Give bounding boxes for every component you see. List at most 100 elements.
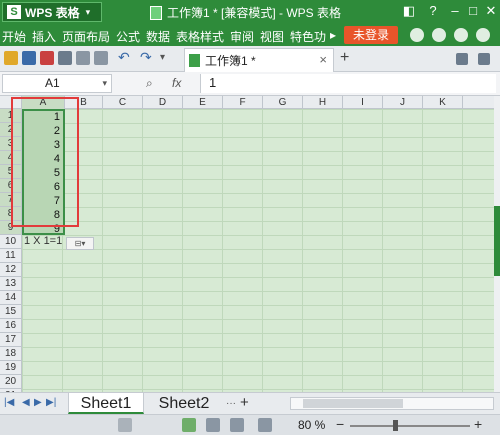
window-title-text: 工作簿1 * [兼容模式] - WPS 表格 xyxy=(167,6,342,20)
skin-icon[interactable]: ◧ xyxy=(400,3,418,19)
minimize-icon[interactable]: – xyxy=(446,3,464,18)
login-button[interactable]: 未登录 xyxy=(344,26,398,44)
row-header[interactable]: 13 xyxy=(0,277,22,291)
column-header-d[interactable]: D xyxy=(143,96,183,109)
menu-insert[interactable]: 插入 xyxy=(32,28,56,45)
column-header-i[interactable]: I xyxy=(343,96,383,109)
cell-reference: A1 xyxy=(45,76,60,90)
fx-icon[interactable]: fx xyxy=(172,76,181,90)
prev-sheet-icon[interactable]: ◀ xyxy=(22,397,30,408)
menu-home[interactable]: 开始 xyxy=(2,28,26,45)
export-pdf-icon[interactable] xyxy=(40,51,54,65)
save-icon[interactable] xyxy=(22,51,36,65)
column-header-h[interactable]: H xyxy=(303,96,343,109)
tab-label: 工作簿1 * xyxy=(205,54,256,68)
zoom-level[interactable]: 80 % xyxy=(298,418,325,432)
column-header-e[interactable]: E xyxy=(183,96,223,109)
close-tab-icon[interactable]: × xyxy=(319,52,327,67)
eye-protection-icon[interactable] xyxy=(258,418,272,432)
document-icon[interactable] xyxy=(118,418,132,432)
add-sheet-button[interactable]: + xyxy=(240,394,249,411)
menu-page-layout[interactable]: 页面布局 xyxy=(62,28,110,45)
cell-gridlines xyxy=(22,109,494,392)
horizontal-scrollbar[interactable] xyxy=(290,397,494,410)
menu-features[interactable]: 特色功 xyxy=(290,28,326,45)
tab-workbook1[interactable]: 工作簿1 * × xyxy=(184,48,334,72)
sheet-tab-bar: |◀ ◀ ▶ ▶| Sheet1 Sheet2 ··· + xyxy=(0,392,500,414)
zoom-in-button[interactable]: + xyxy=(474,416,482,432)
row-header[interactable]: 20 xyxy=(0,375,22,389)
undo-icon[interactable]: ↶ xyxy=(118,49,132,65)
chevron-down-icon[interactable]: ▾ xyxy=(102,75,107,92)
worksheet-grid[interactable]: A B C D E F G H I J K 1 2 3 4 5 6 7 8 9 … xyxy=(0,96,494,392)
quick-access-toolbar: ↶ ↷ ▾ 工作簿1 * × + xyxy=(0,46,500,72)
menu-bar: 开始 插入 页面布局 公式 数据 表格样式 审阅 视图 特色功 ▸ 未登录 xyxy=(0,24,500,46)
page-break-view-icon[interactable] xyxy=(206,418,220,432)
row-header[interactable]: 19 xyxy=(0,361,22,375)
wps-logo-icon: S xyxy=(7,5,21,19)
help-icon[interactable]: ? xyxy=(424,3,442,18)
column-header-j[interactable]: J xyxy=(383,96,423,109)
column-header-f[interactable]: F xyxy=(223,96,263,109)
menu-more-icon[interactable]: ▸ xyxy=(330,28,336,42)
open-folder-icon[interactable] xyxy=(4,51,18,65)
zoom-slider-track[interactable] xyxy=(350,425,470,427)
page-setup-icon[interactable] xyxy=(94,51,108,65)
app-name: WPS 表格 xyxy=(25,5,80,20)
row-header[interactable]: 14 xyxy=(0,291,22,305)
zoom-lens-icon[interactable]: ⌕ xyxy=(146,76,153,91)
scrollbar-thumb[interactable] xyxy=(494,206,500,276)
customize-dropdown-icon[interactable]: ▾ xyxy=(160,52,174,66)
column-header-k[interactable]: K xyxy=(423,96,463,109)
window-title: 工作簿1 * [兼容模式] - WPS 表格 xyxy=(150,4,341,21)
column-header-c[interactable]: C xyxy=(103,96,143,109)
row-header[interactable]: 11 xyxy=(0,249,22,263)
first-sheet-icon[interactable]: |◀ xyxy=(4,397,14,408)
sheet-tab-sheet2[interactable]: Sheet2 xyxy=(146,393,222,414)
status-bar: 80 % − + xyxy=(0,414,500,435)
more-sheets-icon[interactable]: ··· xyxy=(226,398,236,409)
name-box[interactable]: A1 ▾ xyxy=(2,74,112,93)
print-icon[interactable] xyxy=(58,51,72,65)
next-sheet-icon[interactable]: ▶ xyxy=(34,397,42,408)
sheet-tab-sheet1[interactable]: Sheet1 xyxy=(68,393,144,414)
row-header[interactable]: 18 xyxy=(0,347,22,361)
restore-window-icon[interactable] xyxy=(456,53,468,65)
wps-app-menu-button[interactable]: S WPS 表格 ▾ xyxy=(2,2,102,22)
chevron-down-icon: ▾ xyxy=(85,6,91,17)
normal-view-icon[interactable] xyxy=(182,418,196,432)
scrollbar-thumb[interactable] xyxy=(303,399,403,408)
cell-a10[interactable]: 1 X 1=1 xyxy=(24,235,62,247)
row-header[interactable]: 17 xyxy=(0,333,22,347)
maximize-icon[interactable]: □ xyxy=(464,3,482,18)
zoom-out-button[interactable]: − xyxy=(336,416,344,432)
last-sheet-icon[interactable]: ▶| xyxy=(46,397,56,408)
row-header[interactable]: 12 xyxy=(0,263,22,277)
column-header-g[interactable]: G xyxy=(263,96,303,109)
menu-view[interactable]: 视图 xyxy=(260,28,284,45)
sync-icon[interactable] xyxy=(410,28,424,42)
close-document-icon[interactable] xyxy=(478,53,490,65)
annotation-highlight-box xyxy=(11,97,79,227)
row-header[interactable]: 15 xyxy=(0,305,22,319)
autofill-options-button[interactable]: ⊟▾ xyxy=(66,237,94,250)
expand-ribbon-icon[interactable] xyxy=(476,28,490,42)
shirt-icon[interactable] xyxy=(454,28,468,42)
menu-table-style[interactable]: 表格样式 xyxy=(176,28,224,45)
row-header[interactable]: 10 xyxy=(0,235,22,249)
print-preview-icon[interactable] xyxy=(76,51,90,65)
menu-formulas[interactable]: 公式 xyxy=(116,28,140,45)
formula-bar: A1 ▾ ⌕ fx 1 xyxy=(0,72,500,96)
new-tab-button[interactable]: + xyxy=(340,49,349,67)
close-window-icon[interactable]: ✕ xyxy=(482,3,500,19)
zoom-slider-thumb[interactable] xyxy=(393,420,398,431)
menu-data[interactable]: 数据 xyxy=(146,28,170,45)
menu-review[interactable]: 审阅 xyxy=(230,28,254,45)
reading-mode-icon[interactable] xyxy=(230,418,244,432)
spreadsheet-icon xyxy=(150,5,162,20)
formula-input[interactable]: 1 xyxy=(200,74,496,93)
vertical-scrollbar[interactable] xyxy=(494,96,500,392)
share-icon[interactable] xyxy=(432,28,446,42)
row-header[interactable]: 16 xyxy=(0,319,22,333)
redo-icon[interactable]: ↷ xyxy=(140,49,154,65)
